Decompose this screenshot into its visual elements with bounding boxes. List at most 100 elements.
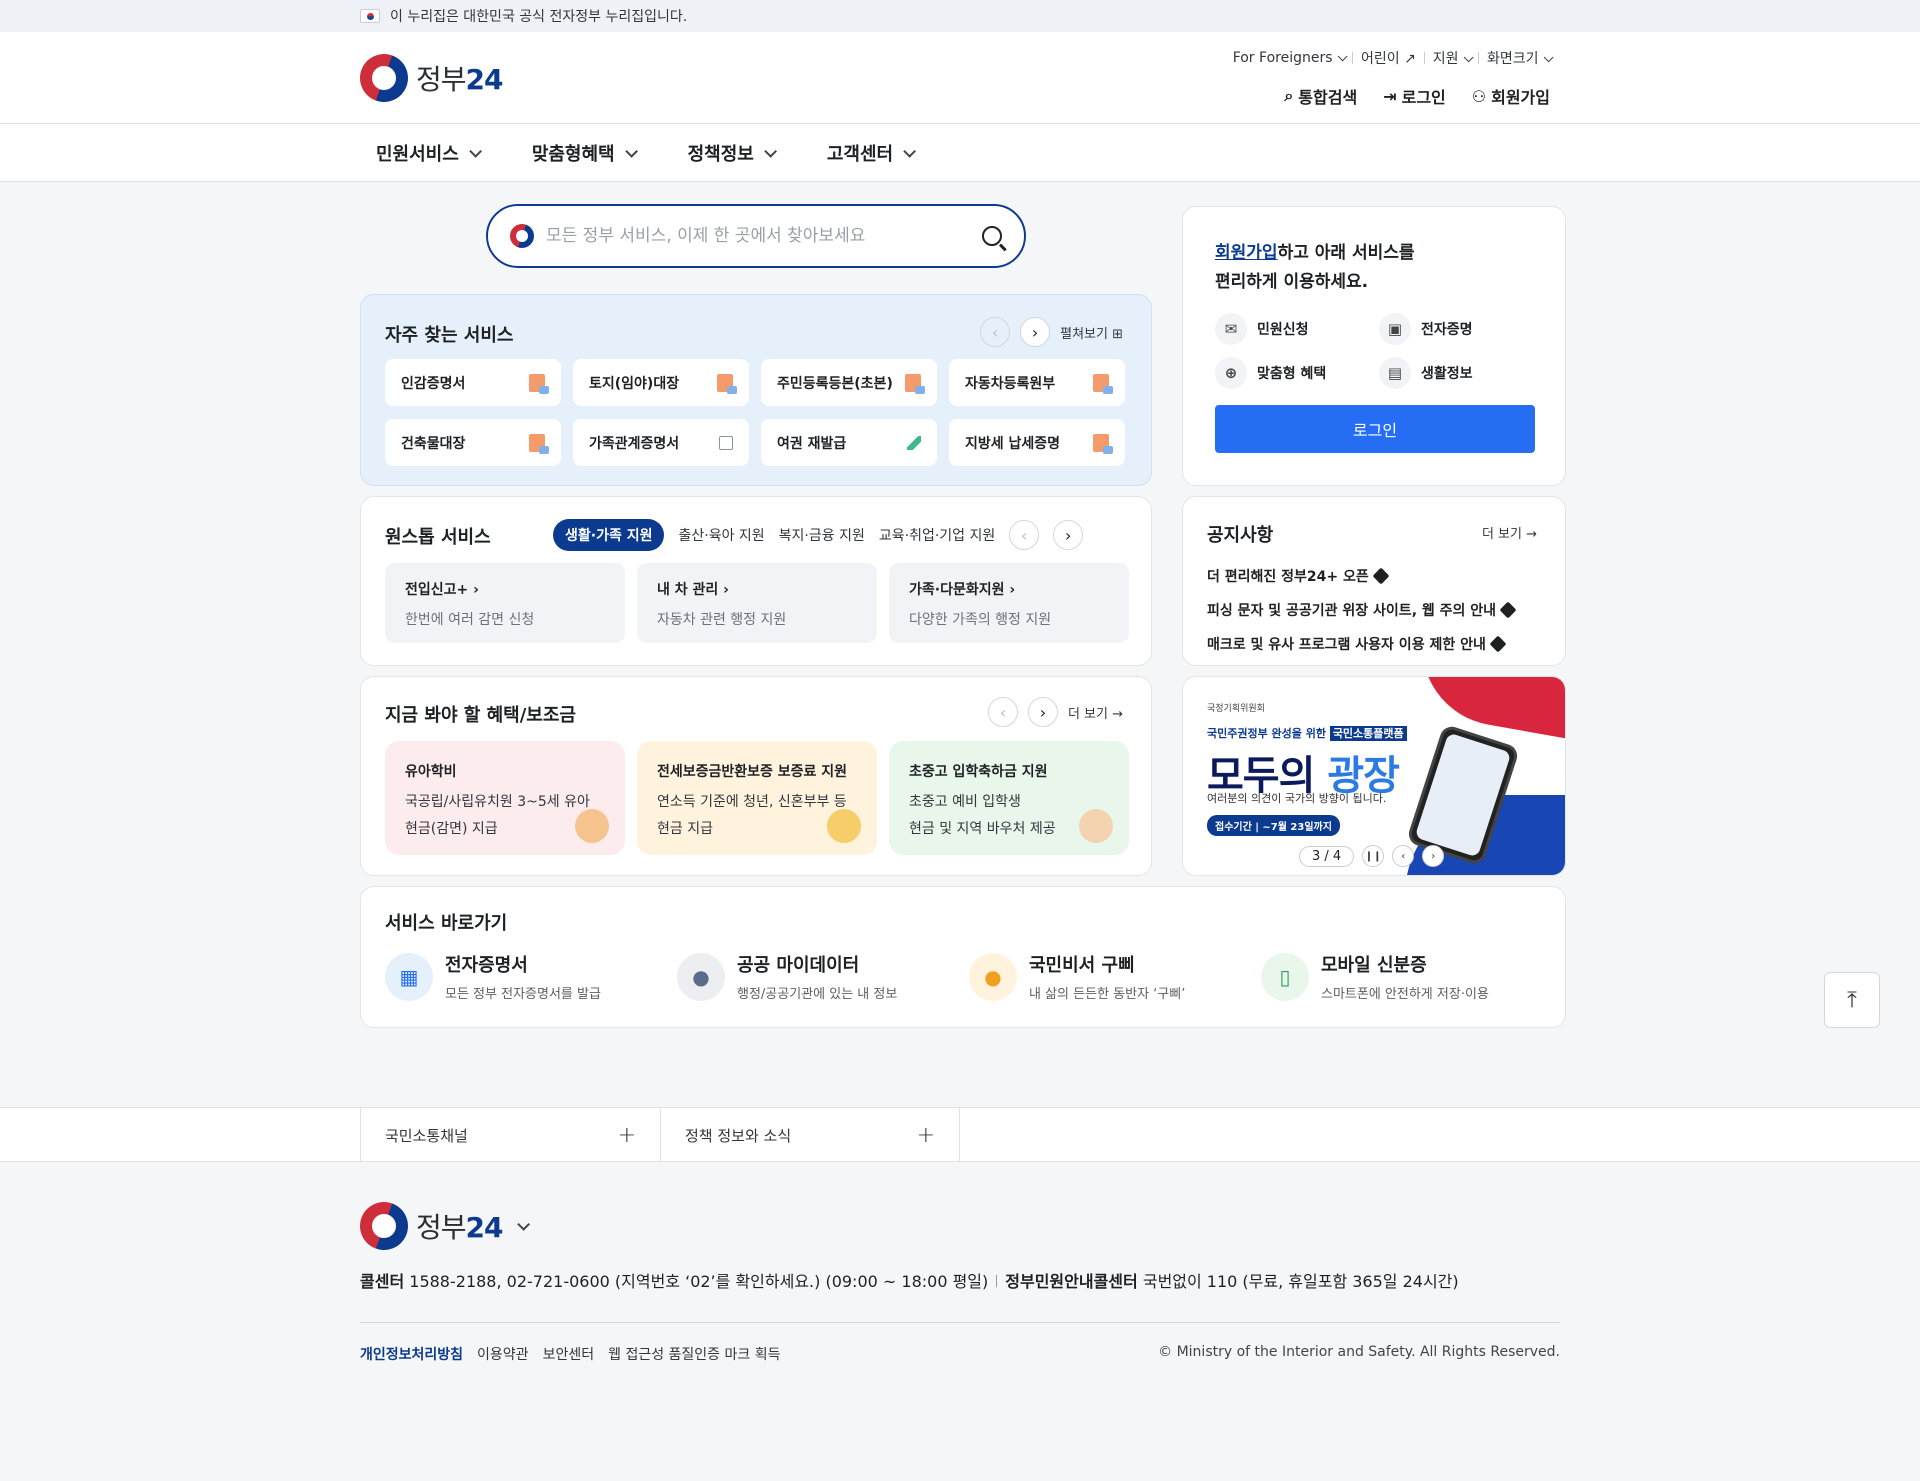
footer-contact: 콜센터 1588-2188, 02-721-0600 (지역번호 ‘02’를 확… (360, 1272, 1459, 1291)
terms-link[interactable]: 이용약관 (477, 1344, 529, 1364)
onestop-item-move-in[interactable]: 전입신고+ › 한번에 여러 감면 신청 (385, 563, 625, 643)
service-vehicle-register[interactable]: 자동차등록원부 (949, 359, 1125, 406)
pause-icon[interactable]: ❙❙ (1362, 845, 1385, 867)
shortcut-mobile-id[interactable]: ▯ 모바일 신분증 스마트폰에 안전하게 저장·이용 (1261, 951, 1553, 1002)
integrated-search-button[interactable]: ⌕ 통합검색 (1284, 84, 1357, 108)
external-link-icon (719, 435, 733, 450)
external-link-icon: ↗ (1404, 51, 1416, 67)
pen-icon (907, 435, 921, 450)
tab-education-jobs[interactable]: 교육·취업·기업 지원 (879, 525, 995, 545)
expand-all-button[interactable]: 펼쳐보기 ⊞ (1060, 323, 1123, 342)
login-card: 회원가입하고 아래 서비스를 편리하게 이용하세요. ✉ 민원신청 ▣ 전자증명 ⊕… (1182, 206, 1566, 486)
accessibility-mark-link[interactable]: 웹 접근성 품질인증 마크 획득 (608, 1344, 780, 1364)
chevron-down-icon (469, 144, 482, 158)
shortcuts-list: ▦ 전자증명서 모든 정부 전자증명서를 발급 ● 공공 마이데이터 행정/공공기관… (385, 951, 1553, 1002)
id-badge-icon: ▣ (1379, 313, 1411, 345)
onestop-item-my-car[interactable]: 내 차 관리 › 자동차 관련 행정 지원 (637, 563, 877, 643)
mail-icon: ✉ (1215, 313, 1247, 345)
signup-inline-link[interactable]: 회원가입 (1215, 243, 1278, 263)
logo-name: 정부 (416, 63, 467, 96)
onestop-item-family[interactable]: 가족·다문화지원 › 다양한 가족의 행정 지원 (889, 563, 1129, 643)
benefit-kindergarten-fee[interactable]: 유아학비 국공립/사립유치원 3~5세 유아 현금(감면) 지급 (385, 741, 625, 855)
prev-arrow-icon[interactable]: ‹ (987, 697, 1018, 727)
privacy-policy-link[interactable]: 개인정보처리방침 (360, 1344, 463, 1364)
tab-welfare-finance[interactable]: 복지·금융 지원 (779, 525, 865, 545)
chevron-down-icon (1543, 52, 1554, 63)
header-actions: ⌕ 통합검색 ⇥ 로그인 ⚇ 회원가입 (1284, 84, 1550, 108)
frequent-services-panel: 자주 찾는 서비스 ‹ › 펼쳐보기 ⊞ 인감증명서 토지(임야)대장 주민등록… (360, 294, 1152, 486)
nav-policy-info[interactable]: 정책정보 (688, 140, 777, 166)
arrow-right-icon: → (1112, 706, 1123, 722)
plus-icon: + (916, 1122, 935, 1148)
login-button[interactable]: 로그인 (1215, 405, 1535, 453)
promo-sub: 국민주권정부 완성을 위한 (1207, 727, 1330, 740)
benefits-more-link[interactable]: 더 보기 → (1068, 703, 1123, 722)
gov-banner: 이 누리집은 대한민국 공식 전자정부 누리집입니다. (0, 0, 1920, 32)
login-link[interactable]: ⇥ 로그인 (1383, 84, 1446, 108)
benefits-title: 지금 봐야 할 혜택/보조금 (385, 705, 576, 726)
service-resident-register[interactable]: 주민등록등본(초본) (761, 359, 937, 406)
mobile-id-icon: ▯ (1261, 952, 1309, 1001)
notice-item[interactable]: 매크로 및 유사 프로그램 사용자 이용 제한 안내 (1207, 627, 1514, 661)
taegeuk-logo-icon (360, 54, 408, 102)
site-footer: 정부24 콜센터 1588-2188, 02-721-0600 (지역번호 ‘0… (0, 1162, 1920, 1481)
footer-link-bar: 국민소통채널 + 정책 정보와 소식 + (0, 1107, 1920, 1162)
prev-arrow-icon[interactable]: ‹ (1392, 845, 1415, 867)
grid-icon: ⊞ (1112, 326, 1123, 342)
certificate-icon: ▦ (385, 952, 433, 1001)
next-arrow-icon[interactable]: › (1422, 845, 1445, 867)
service-land-register[interactable]: 토지(임야)대장 (573, 359, 749, 406)
chevron-right-icon: › (473, 582, 479, 598)
nav-customer-center[interactable]: 고객센터 (827, 140, 917, 166)
service-family-certificate[interactable]: 가족관계증명서 (573, 419, 749, 466)
security-center-link[interactable]: 보안센터 (543, 1344, 595, 1364)
main-search-input[interactable] (546, 226, 970, 246)
nav-civil-services[interactable]: 민원서비스 (376, 140, 482, 166)
footer-policy-news[interactable]: 정책 정보와 소식 + (660, 1108, 960, 1162)
service-building-register[interactable]: 건축물대장 (385, 419, 561, 466)
service-passport-reissue[interactable]: 여권 재발급 (761, 419, 937, 466)
signup-link[interactable]: ⚇ 회원가입 (1472, 84, 1550, 108)
child-illustration-icon (575, 809, 609, 843)
shortcuts-title: 서비스 바로가기 (385, 913, 508, 934)
notice-item[interactable]: 더 편리해진 정부24+ 오픈 (1207, 559, 1514, 593)
gov24-logo[interactable]: 정부24 (360, 54, 503, 102)
chevron-down-icon (624, 144, 638, 158)
shortcut-public-mydata[interactable]: ● 공공 마이데이터 행정/공공기관에 있는 내 정보 (677, 951, 969, 1002)
service-seal-certificate[interactable]: 인감증명서 (385, 359, 561, 406)
benefit-deposit-guarantee[interactable]: 전세보증금반환보증 보증료 지원 연소득 기준에 청년, 신혼부부 등 현금 지… (637, 741, 877, 855)
shortcut-e-certificate[interactable]: ▦ 전자증명서 모든 정부 전자증명서를 발급 (385, 951, 677, 1002)
next-arrow-icon[interactable]: › (1020, 317, 1051, 347)
prev-arrow-icon[interactable]: ‹ (980, 317, 1011, 347)
promo-banner[interactable]: 국정기획위원회 국민주권정부 완성을 위한 국민소통플랫폼 모두의 광장 여러분… (1182, 676, 1566, 876)
pin-icon (1499, 601, 1517, 619)
next-arrow-icon[interactable]: › (1027, 697, 1058, 727)
scroll-to-top-button[interactable]: ⤒ (1824, 972, 1880, 1028)
for-foreigners-link[interactable]: For Foreigners (1233, 50, 1348, 66)
next-arrow-icon[interactable]: › (1053, 520, 1084, 550)
notice-item[interactable]: 피싱 문자 및 공공기관 위장 사이트, 웹 주의 안내 (1207, 593, 1517, 627)
notice-more-link[interactable]: 더 보기 → (1482, 523, 1537, 542)
login-benefits-grid: ✉ 민원신청 ▣ 전자증명 ⊕ 맞춤형 혜택 ▤ 생활정보 (1215, 313, 1543, 389)
footer-policy-links: 개인정보처리방침 이용약관 보안센터 웹 접근성 품질인증 마크 획득 (360, 1344, 780, 1364)
search-icon[interactable] (982, 226, 1002, 246)
user-add-icon: ⚇ (1471, 86, 1487, 106)
kids-link[interactable]: 어린이 ↗ (1361, 48, 1416, 68)
support-menu[interactable]: 지원 (1433, 48, 1474, 68)
search-icon: ⌕ (1284, 86, 1294, 105)
screen-size-menu[interactable]: 화면크기 (1487, 48, 1554, 68)
tab-life-family[interactable]: 생활·가족 지원 (553, 519, 665, 551)
onestop-services-card: 원스톱 서비스 생활·가족 지원 출산·육아 지원 복지·금융 지원 교육·취업… (360, 496, 1152, 666)
benefit-school-entry[interactable]: 초중고 입학축하금 지원 초중고 예비 입학생 현금 및 지역 바우처 제공 (889, 741, 1129, 855)
shortcut-gubbi[interactable]: ● 국민비서 구삐 내 삶의 든든한 동반자 ‘구삐’ (969, 951, 1261, 1002)
tab-birth-childcare[interactable]: 출산·육아 지원 (678, 525, 764, 545)
feature-e-certificate: ▣ 전자증명 (1379, 313, 1543, 345)
footer-logo[interactable]: 정부24 (360, 1202, 530, 1250)
prev-arrow-icon[interactable]: ‹ (1009, 520, 1040, 550)
service-local-tax-certificate[interactable]: 지방세 납세증명 (949, 419, 1125, 466)
gov-banner-text: 이 누리집은 대한민국 공식 전자정부 누리집입니다. (390, 9, 688, 25)
nav-custom-benefits[interactable]: 맞춤형혜택 (532, 140, 638, 166)
footer-citizen-channel[interactable]: 국민소통채널 + (360, 1108, 660, 1162)
onestop-title: 원스톱 서비스 (385, 527, 491, 548)
promo-org: 국정기획위원회 (1207, 704, 1265, 714)
